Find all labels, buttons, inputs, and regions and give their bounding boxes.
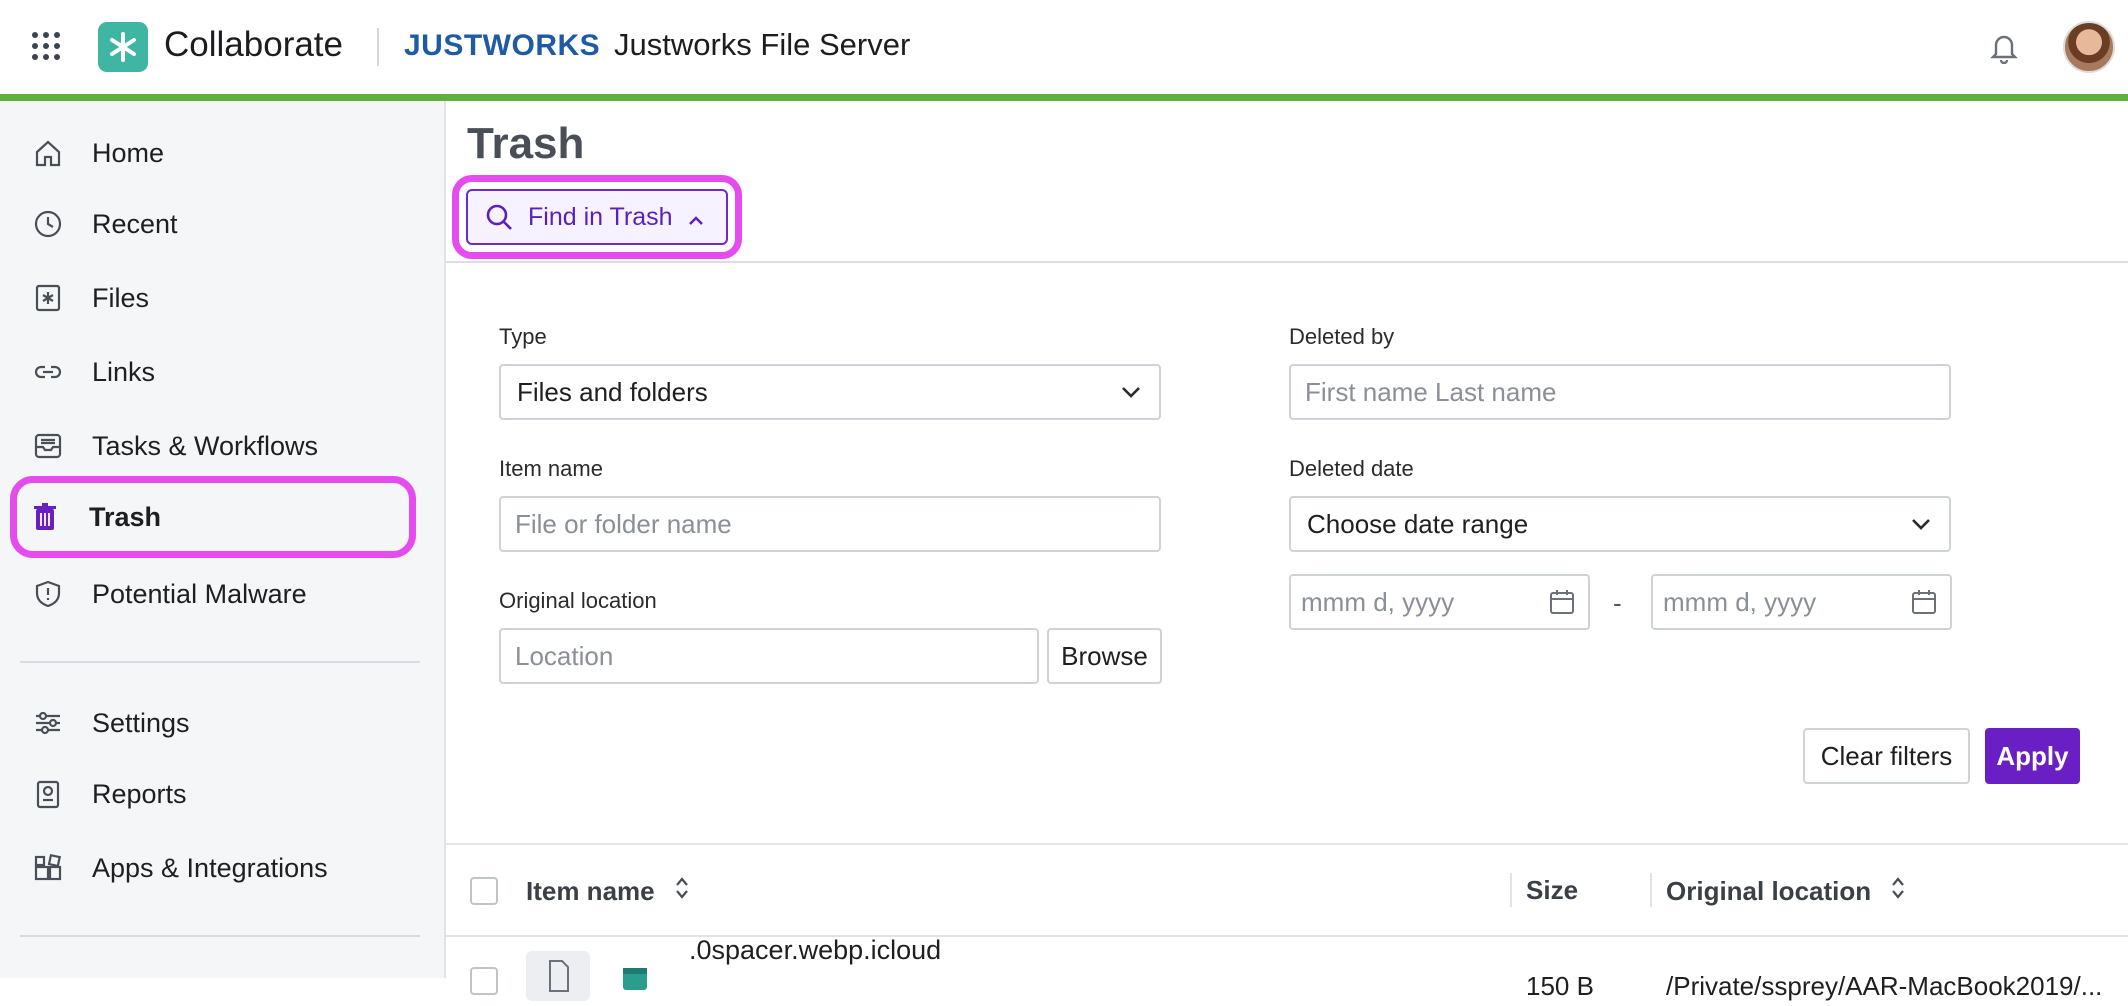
clock-icon bbox=[32, 208, 64, 240]
type-label: Type bbox=[499, 324, 547, 349]
find-in-trash-label: Find in Trash bbox=[528, 202, 673, 231]
calendar-file-icon bbox=[620, 963, 650, 998]
server-name: Justworks File Server bbox=[614, 27, 911, 62]
sidebar-item-links[interactable]: Links bbox=[20, 342, 408, 402]
column-item-name[interactable]: Item name bbox=[526, 875, 691, 908]
row-original-location: /Private/ssprey/AAR-MacBook2019/... bbox=[1666, 971, 2103, 1001]
inbox-icon bbox=[32, 430, 64, 462]
item-name-input[interactable] bbox=[501, 508, 1159, 540]
sidebar-item-label: Potential Malware bbox=[92, 578, 307, 609]
sidebar-item-files[interactable]: Files bbox=[20, 268, 408, 328]
link-icon bbox=[32, 356, 64, 388]
column-label: Original location bbox=[1666, 876, 1872, 906]
location-input-wrap bbox=[499, 628, 1039, 684]
justworks-logo: JUSTWORKS bbox=[404, 29, 601, 62]
chevron-up-icon bbox=[687, 208, 705, 226]
sort-icon bbox=[1889, 875, 1907, 908]
search-icon bbox=[484, 202, 514, 232]
sidebar-item-label: Recent bbox=[92, 208, 178, 239]
top-bar: Collaborate JUSTWORKS Justworks File Ser… bbox=[0, 0, 2128, 101]
home-icon bbox=[32, 137, 64, 169]
sidebar-item-trash[interactable]: Trash bbox=[10, 476, 416, 558]
user-avatar[interactable] bbox=[2063, 21, 2115, 73]
apps-icon bbox=[32, 852, 64, 884]
sliders-icon bbox=[32, 707, 64, 739]
item-name-input-wrap bbox=[499, 496, 1161, 552]
calendar-icon[interactable] bbox=[1548, 588, 1576, 616]
clear-filters-button[interactable]: Clear filters bbox=[1803, 728, 1970, 784]
sidebar-item-label: Files bbox=[92, 282, 150, 313]
date-from-field bbox=[1289, 574, 1590, 630]
table-row[interactable]: .0spacer.webp.icloud 150 B /Private/sspr… bbox=[446, 935, 2128, 1001]
chevron-down-icon bbox=[1909, 512, 1933, 536]
apply-button[interactable]: Apply bbox=[1985, 728, 2080, 784]
column-separator bbox=[1510, 873, 1512, 907]
sidebar-item-label: Reports bbox=[92, 778, 187, 809]
find-in-trash-button[interactable]: Find in Trash bbox=[452, 175, 742, 259]
deleted-date-value: Choose date range bbox=[1307, 508, 1529, 539]
filter-panel-divider bbox=[446, 261, 2128, 263]
collaborate-logo-icon[interactable] bbox=[98, 22, 148, 72]
date-range-separator: - bbox=[1613, 588, 1622, 618]
date-to-field bbox=[1651, 574, 1952, 630]
sidebar-item-home[interactable]: Home bbox=[20, 123, 408, 183]
calendar-icon[interactable] bbox=[1910, 588, 1938, 616]
original-location-label: Original location bbox=[499, 588, 657, 613]
file-thumbnail bbox=[526, 951, 590, 1001]
sidebar-divider bbox=[20, 661, 420, 663]
column-separator bbox=[1650, 873, 1652, 907]
trash-table-header: Item name Size Original location bbox=[446, 843, 2128, 937]
sort-icon bbox=[673, 875, 691, 908]
sidebar-item-label: Home bbox=[92, 137, 165, 168]
deleted-by-label: Deleted by bbox=[1289, 324, 1395, 349]
date-to-input[interactable] bbox=[1653, 586, 1910, 618]
sidebar-item-label: Settings bbox=[92, 707, 190, 738]
column-size[interactable]: Size bbox=[1526, 875, 1578, 906]
location-input[interactable] bbox=[501, 640, 1037, 672]
type-select-value: Files and folders bbox=[517, 376, 708, 407]
sidebar-item-tasks-workflows[interactable]: Tasks & Workflows bbox=[20, 416, 408, 476]
shield-icon bbox=[32, 578, 64, 610]
sidebar-item-label: Apps & Integrations bbox=[92, 852, 328, 883]
chevron-down-icon bbox=[1119, 380, 1143, 404]
bell-icon[interactable] bbox=[1988, 30, 2020, 65]
sidebar: Home Recent Files Links Tasks & Workflow… bbox=[0, 101, 446, 978]
header-divider bbox=[377, 28, 379, 66]
date-from-input[interactable] bbox=[1291, 586, 1548, 618]
type-select[interactable]: Files and folders bbox=[499, 364, 1161, 420]
sidebar-item-potential-malware[interactable]: Potential Malware bbox=[20, 564, 408, 624]
column-label: Item name bbox=[526, 876, 655, 906]
sidebar-divider bbox=[20, 935, 420, 937]
report-icon bbox=[32, 778, 64, 810]
sidebar-item-recent[interactable]: Recent bbox=[20, 194, 408, 254]
sidebar-item-label: Links bbox=[92, 356, 156, 387]
app-grid-icon[interactable] bbox=[32, 32, 62, 62]
item-name-label: Item name bbox=[499, 456, 603, 481]
column-label: Size bbox=[1526, 875, 1579, 905]
sidebar-item-settings[interactable]: Settings bbox=[20, 693, 408, 753]
files-icon bbox=[32, 282, 64, 314]
deleted-by-input-wrap bbox=[1289, 364, 1951, 420]
browse-button[interactable]: Browse bbox=[1047, 628, 1162, 684]
trash-icon bbox=[29, 501, 61, 533]
select-all-checkbox[interactable] bbox=[470, 877, 498, 905]
sidebar-item-apps-integrations[interactable]: Apps & Integrations bbox=[20, 838, 408, 898]
row-checkbox[interactable] bbox=[470, 967, 498, 995]
deleted-by-input[interactable] bbox=[1291, 376, 1949, 408]
sidebar-item-label: Tasks & Workflows bbox=[92, 430, 319, 461]
sidebar-item-reports[interactable]: Reports bbox=[20, 764, 408, 824]
deleted-date-select[interactable]: Choose date range bbox=[1289, 496, 1951, 552]
page-title: Trash bbox=[467, 119, 585, 168]
app-name[interactable]: Collaborate bbox=[164, 25, 343, 65]
row-size: 150 B bbox=[1526, 971, 1594, 1001]
main-content: Trash Find in Trash Type Files and folde… bbox=[446, 101, 2128, 1001]
row-item-name[interactable]: .0spacer.webp.icloud bbox=[689, 935, 941, 966]
sidebar-item-label: Trash bbox=[89, 501, 162, 532]
deleted-date-label: Deleted date bbox=[1289, 456, 1414, 481]
column-original-location[interactable]: Original location bbox=[1666, 875, 1907, 908]
